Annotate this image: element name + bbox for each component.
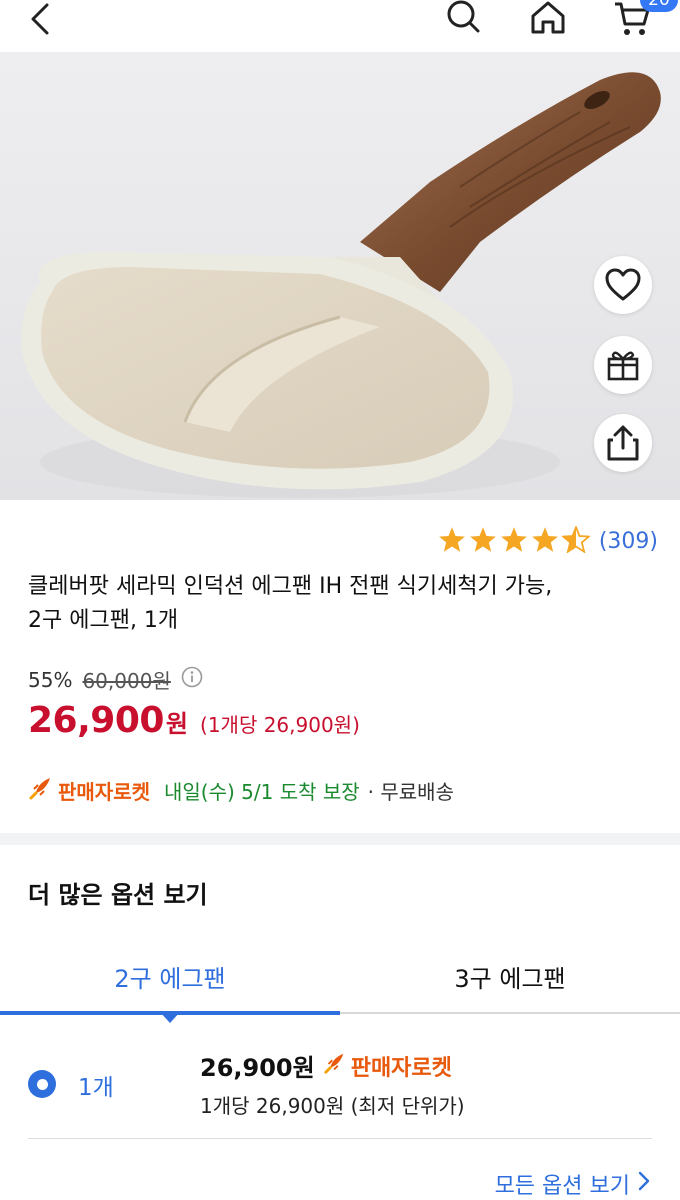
share-button[interactable] bbox=[594, 414, 652, 472]
chevron-right-icon bbox=[638, 1171, 650, 1197]
discount-row: 55% 60,000원 bbox=[28, 665, 203, 694]
cart-count-badge: 20 bbox=[640, 0, 678, 12]
rocket-icon bbox=[28, 775, 54, 806]
star-icon bbox=[531, 526, 559, 557]
home-icon[interactable] bbox=[524, 0, 572, 40]
divider bbox=[28, 1138, 652, 1139]
search-icon[interactable] bbox=[440, 0, 488, 40]
star-icon bbox=[438, 526, 466, 557]
all-options-label: 모든 옵션 보기 bbox=[494, 1174, 630, 1199]
back-icon[interactable] bbox=[16, 0, 64, 40]
price-won: 원 bbox=[165, 710, 189, 738]
info-icon[interactable] bbox=[181, 666, 203, 693]
discount-rate: 55% bbox=[28, 667, 73, 692]
more-options-title: 더 많은 옵션 보기 bbox=[28, 881, 208, 909]
active-tab-pointer bbox=[160, 1012, 180, 1023]
unit-price: (1개당 26,900원) bbox=[200, 713, 360, 737]
option-price: 26,900원 bbox=[200, 1054, 315, 1082]
delivery-info: 판매자로켓 내일(수) 5/1 도착 보장 · 무료배송 bbox=[28, 775, 454, 806]
egg-pan-illustration bbox=[21, 72, 661, 498]
top-bar: 20 bbox=[0, 0, 680, 52]
gift-rocket-icon bbox=[607, 351, 639, 381]
seller-rocket-label: 판매자로켓 bbox=[58, 780, 150, 804]
heart-icon bbox=[605, 268, 641, 301]
tab-2-egg-pan[interactable]: 2구 에그팬 bbox=[0, 940, 340, 1015]
option-price-row: 26,900원 판매자로켓 bbox=[200, 1048, 452, 1083]
all-options-link[interactable]: 모든 옵션 보기 bbox=[495, 1168, 650, 1200]
product-image[interactable] bbox=[0, 52, 680, 500]
product-title-line2: 2구 에그팬, 1개 bbox=[28, 608, 179, 633]
tab-3-egg-pan[interactable]: 3구 에그팬 bbox=[340, 940, 680, 1012]
option-unit-price: 1개당 26,900원 (최저 단위가) bbox=[200, 1094, 465, 1118]
price-number: 26,900 bbox=[28, 700, 164, 741]
rating-count[interactable]: (309) bbox=[599, 529, 658, 554]
option-rocket-label: 판매자로켓 bbox=[350, 1055, 452, 1081]
rocket-icon bbox=[323, 1051, 347, 1081]
option-quantity: 1개 bbox=[78, 1075, 114, 1101]
free-shipping: · 무료배송 bbox=[367, 780, 454, 804]
option-radio-selected[interactable] bbox=[28, 1070, 56, 1098]
product-rating[interactable]: (309) bbox=[438, 524, 658, 557]
star-icon bbox=[469, 526, 497, 557]
product-title-line1: 클레버팟 세라믹 인덕션 에그팬 IH 전팬 식기세척기 가능, bbox=[28, 574, 553, 599]
sale-price: 26,900 원 (1개당 26,900원) bbox=[28, 700, 360, 741]
share-icon bbox=[607, 425, 639, 461]
half-star-icon bbox=[560, 524, 591, 557]
star-icon bbox=[500, 526, 528, 557]
product-title: 클레버팟 세라믹 인덕션 에그팬 IH 전팬 식기세척기 가능, 2구 에그팬,… bbox=[28, 570, 658, 638]
wishlist-heart-button[interactable] bbox=[594, 256, 652, 314]
gift-button[interactable] bbox=[594, 336, 652, 394]
original-price: 60,000원 bbox=[82, 669, 171, 693]
section-separator bbox=[0, 833, 680, 845]
option-tabs: 2구 에그팬 3구 에그팬 bbox=[0, 940, 680, 1015]
option-row[interactable]: 1개 26,900원 판매자로켓 1개당 26,900원 (최저 단위가) bbox=[0, 1030, 680, 1140]
arrival-guarantee: 내일(수) 5/1 도착 보장 bbox=[164, 780, 360, 804]
